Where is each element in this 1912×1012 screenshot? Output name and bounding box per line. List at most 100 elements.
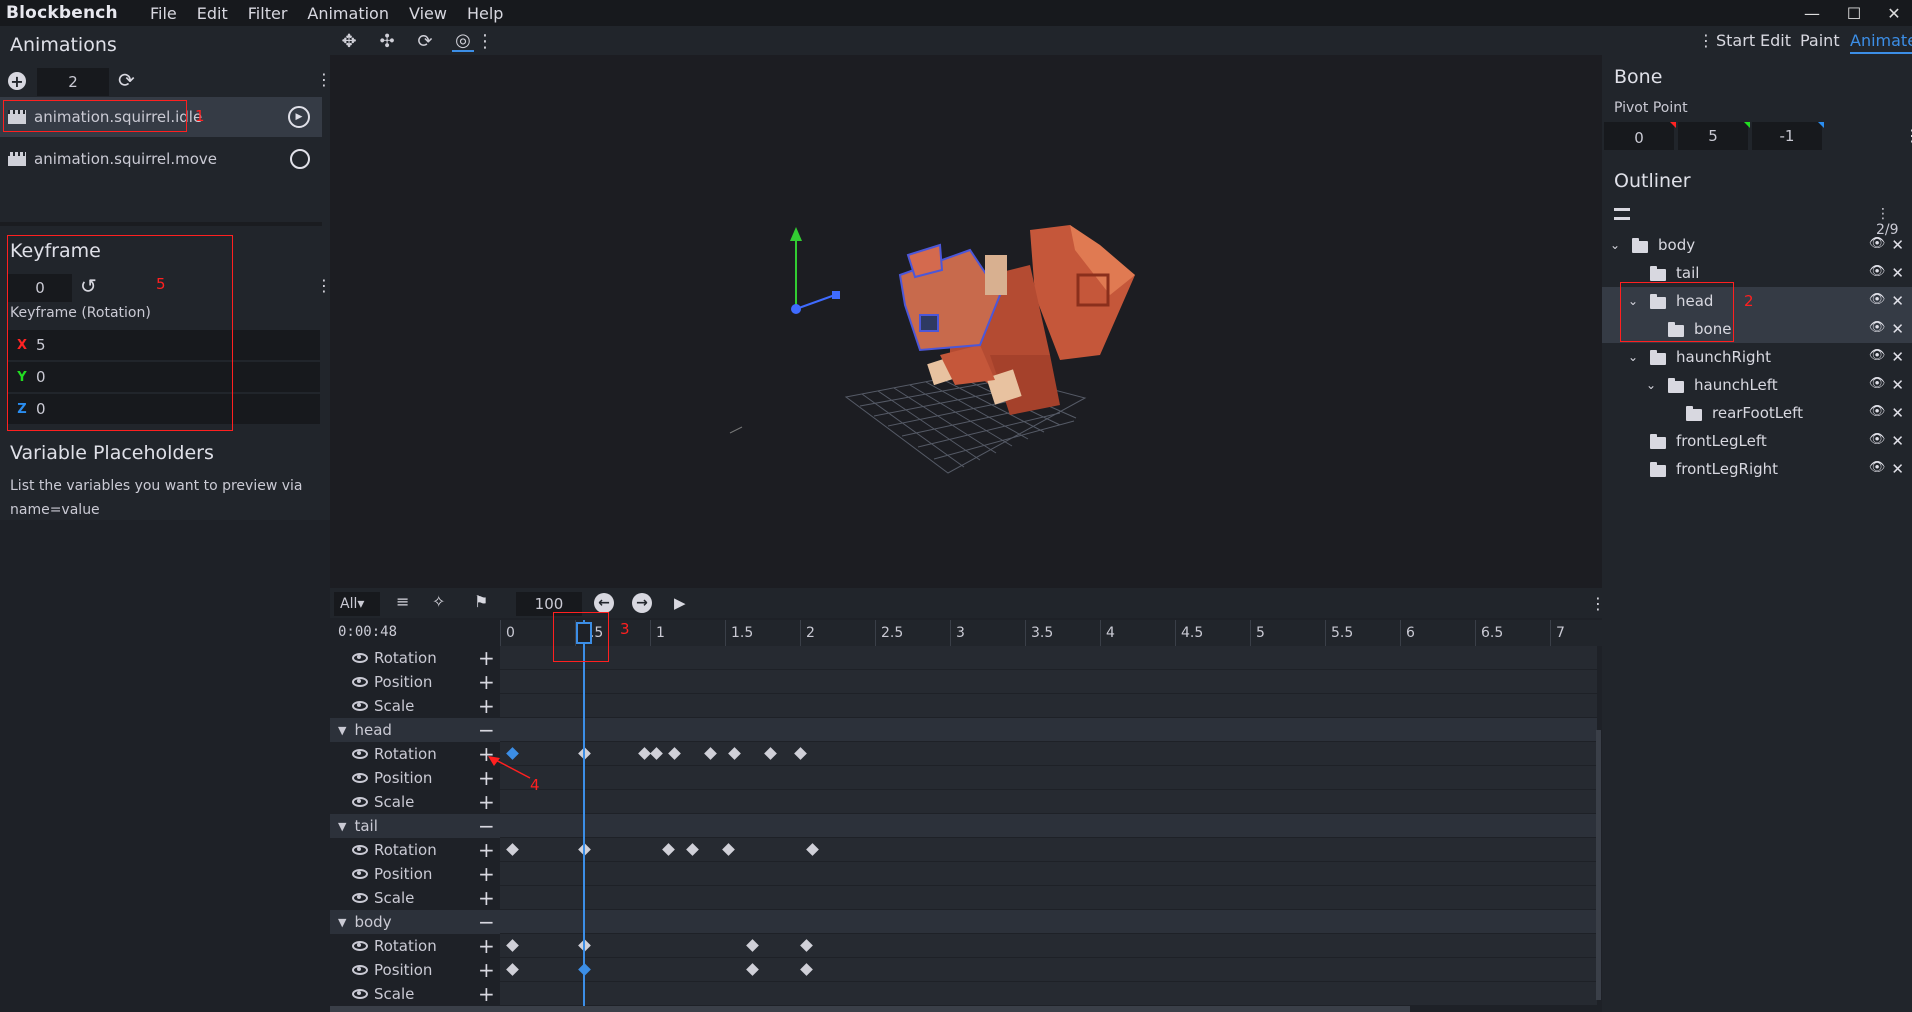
track-row[interactable] (500, 742, 1597, 766)
eye-icon[interactable]: 👁 (1869, 404, 1886, 422)
close-icon[interactable]: ✕ (1891, 376, 1904, 394)
keyframe-diamond[interactable] (746, 939, 759, 952)
eye-icon[interactable]: 👁 (1869, 292, 1886, 310)
track-channel-label[interactable]: Scale + (330, 886, 500, 910)
pivot-y-input[interactable]: 5 (1678, 122, 1748, 150)
track-row[interactable] (500, 982, 1597, 1006)
keyframe-diamond[interactable] (686, 843, 699, 856)
keyframe-diamond[interactable] (662, 843, 675, 856)
outliner-item-body[interactable]: ⌄ body 👁 ✕ (1602, 231, 1912, 259)
eye-icon[interactable] (352, 989, 368, 999)
eye-icon[interactable]: 👁 (1869, 320, 1886, 338)
track-row[interactable] (500, 718, 1597, 742)
track-channel-label[interactable]: Rotation + (330, 934, 500, 958)
pivot-x-input[interactable]: 0 (1604, 122, 1674, 150)
keyframe-diamond[interactable] (722, 843, 735, 856)
keyframe-diamond[interactable] (668, 747, 681, 760)
eye-icon[interactable] (352, 677, 368, 687)
rotate-tool-icon[interactable]: ⟳ (414, 30, 436, 52)
track-row[interactable] (500, 910, 1597, 934)
bone-options-icon[interactable]: ⋮ (1904, 126, 1912, 145)
close-window-button[interactable]: ✕ (1874, 0, 1912, 26)
collapse-triangle-icon[interactable]: ▼ (338, 820, 346, 833)
refresh-icon[interactable]: ⟳ (118, 68, 135, 92)
eye-icon[interactable] (352, 941, 368, 951)
animation-item-move[interactable]: animation.squirrel.move (0, 139, 322, 179)
track-row[interactable] (500, 886, 1597, 910)
3d-viewport[interactable] (330, 55, 1602, 588)
add-keyframe-icon[interactable]: + (478, 982, 495, 1006)
timeline-options-icon[interactable]: ⋮ (1590, 594, 1606, 613)
pivot-z-input[interactable]: -1 (1752, 122, 1822, 150)
eye-icon[interactable] (352, 773, 368, 783)
track-row[interactable] (500, 694, 1597, 718)
eye-icon[interactable] (352, 749, 368, 759)
keyframe-diamond[interactable] (806, 843, 819, 856)
magic-wand-icon[interactable]: ✧ (432, 592, 445, 611)
keyframe-diamond[interactable] (764, 747, 777, 760)
eye-icon[interactable] (352, 869, 368, 879)
collapse-group-icon[interactable]: − (478, 718, 495, 742)
close-icon[interactable]: ✕ (1891, 320, 1904, 338)
eye-icon[interactable]: 👁 (1869, 264, 1886, 282)
keyframe-diamond[interactable] (800, 939, 813, 952)
close-icon[interactable]: ✕ (1891, 236, 1904, 254)
close-icon[interactable]: ✕ (1891, 460, 1904, 478)
outliner-item-frontLegRight[interactable]: frontLegRight 👁 ✕ (1602, 455, 1912, 483)
chevron-down-icon[interactable]: ⌄ (1610, 238, 1620, 252)
list-icon[interactable]: ≡ (396, 592, 409, 611)
track-row[interactable] (500, 670, 1597, 694)
add-keyframe-icon[interactable]: + (478, 934, 495, 958)
maximize-button[interactable]: ☐ (1834, 0, 1874, 26)
eye-icon[interactable]: 👁 (1869, 376, 1886, 394)
track-group-tail[interactable]: ▼ tail − (330, 814, 500, 838)
mode-start[interactable]: Start (1716, 31, 1755, 50)
add-keyframe-icon[interactable]: + (478, 646, 495, 670)
keyframe-diamond[interactable] (728, 747, 741, 760)
track-row[interactable] (500, 862, 1597, 886)
collapse-group-icon[interactable]: − (478, 910, 495, 934)
outliner-toggle-icon[interactable] (1614, 208, 1630, 220)
eye-icon[interactable] (352, 893, 368, 903)
add-animation-icon[interactable]: + (8, 72, 26, 91)
menu-file[interactable]: File (140, 4, 187, 23)
eye-icon[interactable] (352, 845, 368, 855)
animation-unselected-icon[interactable] (290, 149, 310, 169)
eye-icon[interactable] (352, 965, 368, 975)
track-row[interactable] (500, 790, 1597, 814)
close-icon[interactable]: ✕ (1891, 292, 1904, 310)
horizontal-scrollbar[interactable] (330, 1006, 1410, 1012)
track-channel-label[interactable]: Rotation + (330, 838, 500, 862)
track-channel-label[interactable]: Position + (330, 670, 500, 694)
toolbar-more-icon[interactable]: ⋮ (474, 30, 496, 52)
keyframe-diamond[interactable] (506, 843, 519, 856)
add-keyframe-icon[interactable]: + (478, 958, 495, 982)
menu-animation[interactable]: Animation (297, 4, 399, 23)
flag-icon[interactable]: ⚑ (474, 592, 488, 611)
menu-edit[interactable]: Edit (187, 4, 238, 23)
move-arrows-icon[interactable]: ✣ (376, 30, 398, 52)
eye-icon[interactable]: 👁 (1869, 432, 1886, 450)
timeline-filter-select[interactable]: All ▾ (334, 592, 380, 616)
playhead-line[interactable] (583, 620, 585, 1012)
close-icon[interactable]: ✕ (1891, 404, 1904, 422)
mode-more-icon[interactable]: ⋮ (1698, 31, 1714, 50)
menu-view[interactable]: View (399, 4, 457, 23)
keyframe-diamond[interactable] (746, 963, 759, 976)
collapse-group-icon[interactable]: − (478, 814, 495, 838)
placeholders-textarea[interactable] (0, 520, 330, 1012)
keyframe-diamond[interactable] (800, 963, 813, 976)
track-channel-label[interactable]: Scale + (330, 790, 500, 814)
close-icon[interactable]: ✕ (1891, 264, 1904, 282)
eye-icon[interactable] (352, 653, 368, 663)
add-keyframe-icon[interactable]: + (478, 886, 495, 910)
keyframe-diamond[interactable] (704, 747, 717, 760)
eye-icon[interactable] (352, 797, 368, 807)
close-icon[interactable]: ✕ (1891, 432, 1904, 450)
track-channel-label[interactable]: Position + (330, 766, 500, 790)
eye-icon[interactable] (352, 701, 368, 711)
track-channel-label[interactable]: Scale + (330, 982, 500, 1006)
track-channel-label[interactable]: Position + (330, 958, 500, 982)
mode-animate[interactable]: Animate (1850, 31, 1912, 54)
time-ruler[interactable]: 0 0.5 1 1.5 2 2.5 3 3.5 4 4.5 5 5.5 6 6.5 7 (500, 620, 1602, 646)
